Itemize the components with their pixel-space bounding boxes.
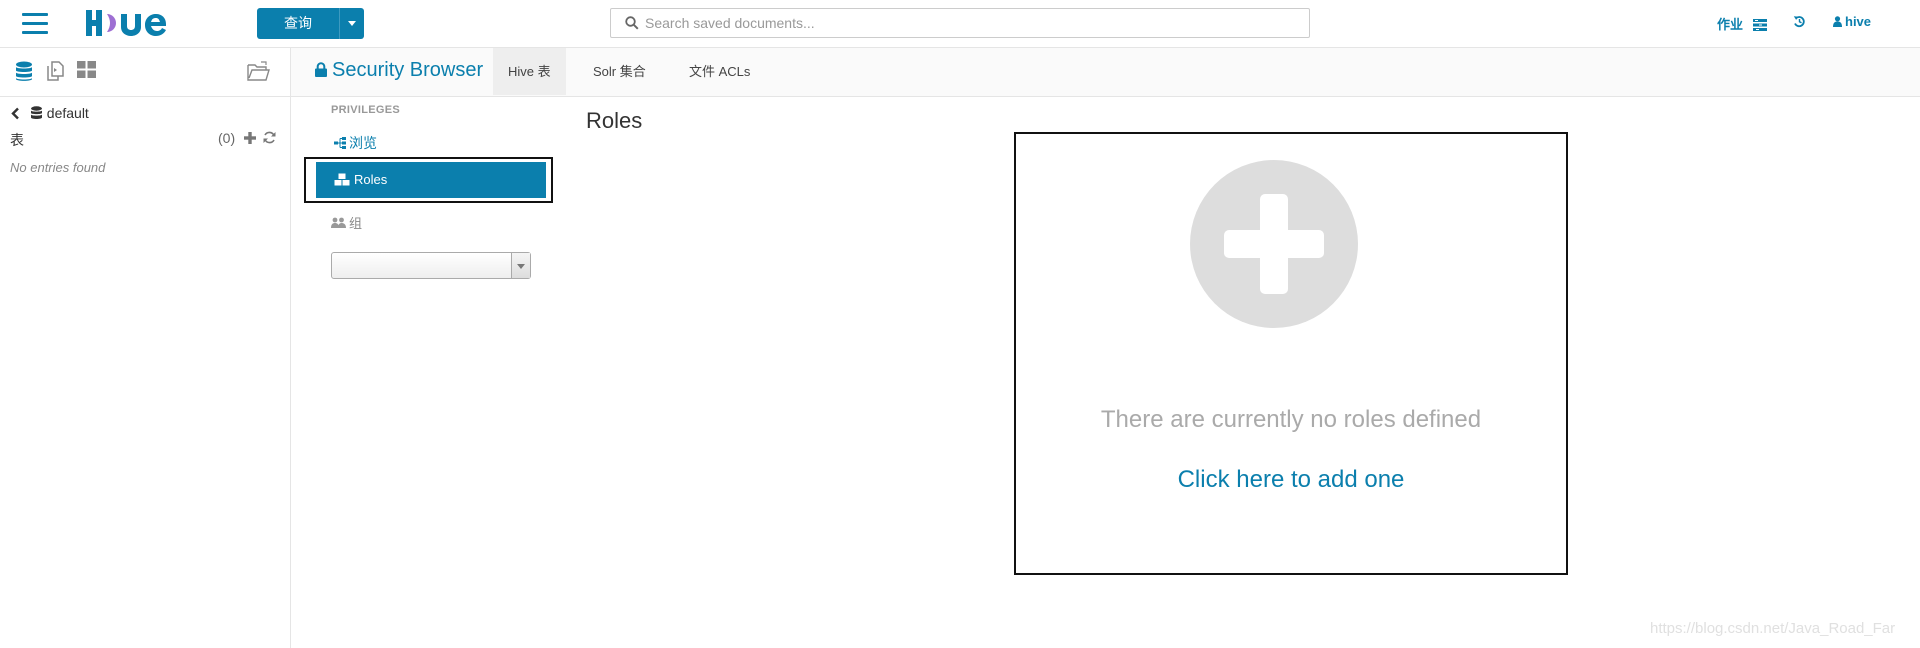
sitemap-icon bbox=[334, 137, 346, 149]
nav-roles[interactable]: Roles bbox=[316, 162, 546, 198]
query-dropdown-caret-icon[interactable] bbox=[340, 8, 364, 39]
nav-roles-label: Roles bbox=[354, 172, 388, 187]
left-assist-panel: default 表 (0) No entries found bbox=[0, 48, 291, 648]
watermark: https://blog.csdn.net/Java_Road_Far bbox=[1650, 620, 1896, 637]
refresh-icon[interactable] bbox=[263, 131, 276, 144]
nav-groups[interactable]: 组 bbox=[331, 213, 362, 232]
tables-count: (0) bbox=[218, 130, 236, 146]
user-name: hive bbox=[1845, 14, 1872, 29]
database-small-icon bbox=[30, 106, 42, 119]
no-roles-message: There are currently no roles defined bbox=[1100, 406, 1482, 433]
jobs-label: 作业 bbox=[1717, 17, 1744, 32]
database-icon[interactable] bbox=[15, 61, 33, 82]
tables-label: 表 bbox=[10, 132, 24, 148]
nav-browse[interactable]: 浏览 bbox=[334, 133, 377, 153]
history-icon bbox=[1793, 16, 1805, 28]
users-icon bbox=[331, 217, 346, 228]
database-name: default bbox=[46, 105, 89, 121]
assist-panel-toolbar bbox=[0, 48, 290, 97]
jobs-button[interactable]: 作业 bbox=[1717, 14, 1767, 33]
jobs-list-icon bbox=[1752, 19, 1767, 31]
folder-open-icon[interactable] bbox=[247, 61, 270, 81]
search-input[interactable] bbox=[645, 9, 1295, 37]
user-icon bbox=[1833, 16, 1842, 27]
empty-tables-text: No entries found bbox=[10, 160, 106, 175]
roles-section-title: Roles bbox=[586, 108, 643, 133]
tables-header: 表 (0) bbox=[10, 130, 280, 150]
nav-groups-label: 组 bbox=[349, 216, 363, 231]
user-menu[interactable]: hive bbox=[1833, 14, 1871, 29]
add-table-icon[interactable] bbox=[244, 132, 256, 144]
group-filter-select[interactable] bbox=[331, 252, 531, 279]
apps-grid-icon[interactable] bbox=[77, 61, 96, 78]
search-icon bbox=[625, 16, 639, 30]
database-breadcrumb[interactable]: default bbox=[10, 105, 89, 121]
privileges-header: PRIVILEGES bbox=[331, 104, 401, 116]
app-header: Security Browser Hive 表 Solr 集合 文件 ACLs bbox=[291, 48, 1920, 97]
tab-solr-collections[interactable]: Solr 集合 bbox=[578, 48, 661, 95]
back-chevron-icon[interactable] bbox=[10, 107, 20, 120]
page-title[interactable]: Security Browser bbox=[315, 59, 483, 82]
chevron-down-icon[interactable] bbox=[511, 253, 530, 278]
tab-hive-tables[interactable]: Hive 表 bbox=[493, 48, 566, 95]
add-role-plus-icon[interactable] bbox=[1190, 160, 1358, 328]
page-title-text: Security Browser bbox=[332, 59, 484, 81]
hue-logo[interactable] bbox=[83, 7, 183, 39]
lock-icon bbox=[315, 62, 327, 77]
query-button-label[interactable]: 查询 bbox=[257, 8, 339, 39]
cubes-icon bbox=[334, 173, 350, 186]
nav-browse-label: 浏览 bbox=[349, 135, 377, 151]
documents-icon[interactable] bbox=[45, 61, 65, 81]
history-button[interactable] bbox=[1793, 15, 1806, 31]
query-button[interactable]: 查询 bbox=[257, 8, 364, 39]
empty-roles-panel: There are currently no roles defined Cli… bbox=[1014, 132, 1568, 575]
tab-file-acls[interactable]: 文件 ACLs bbox=[674, 48, 765, 95]
top-navbar: 查询 作业 hive bbox=[0, 0, 1920, 48]
search-box[interactable] bbox=[610, 8, 1310, 38]
hamburger-menu-icon[interactable] bbox=[22, 13, 48, 35]
add-role-link[interactable]: Click here to add one bbox=[1016, 466, 1566, 494]
